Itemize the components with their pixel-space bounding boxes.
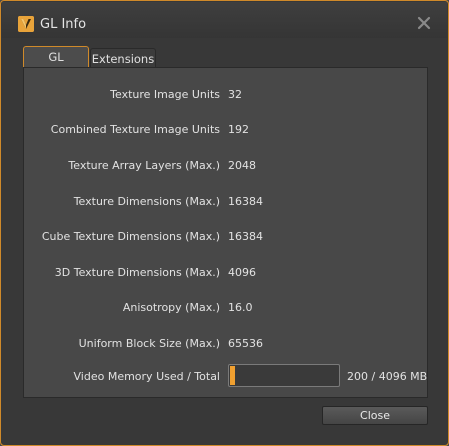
label-3d-texture-dimensions: 3D Texture Dimensions (Max.) — [54, 266, 220, 279]
label-video-memory: Video Memory Used / Total — [73, 370, 220, 383]
value-3d-texture-dimensions: 4096 — [228, 266, 256, 279]
label-anisotropy: Anisotropy (Max.) — [122, 301, 220, 314]
close-icon[interactable] — [417, 15, 431, 30]
close-button[interactable]: Close — [322, 406, 428, 425]
label-combined-texture-image-units: Combined Texture Image Units — [50, 123, 220, 136]
gl-info-dialog: GL Info GL Context Extensions Texture Im… — [0, 0, 449, 446]
video-memory-fill — [230, 366, 235, 385]
tab-extensions[interactable]: Extensions — [90, 48, 156, 68]
value-combined-texture-image-units: 192 — [228, 123, 249, 136]
label-texture-array-layers: Texture Array Layers (Max.) — [68, 159, 220, 172]
value-cube-texture-dimensions: 16384 — [228, 230, 263, 243]
vray-logo-icon — [18, 16, 34, 32]
label-texture-dimensions: Texture Dimensions (Max.) — [73, 195, 220, 208]
value-texture-array-layers: 2048 — [228, 159, 256, 172]
video-memory-text: 200 / 4096 MB — [347, 370, 428, 383]
label-cube-texture-dimensions: Cube Texture Dimensions (Max.) — [41, 230, 220, 243]
value-texture-dimensions: 16384 — [228, 195, 263, 208]
title-bar: GL Info — [2, 2, 447, 38]
tab-gl-context[interactable]: GL Context — [23, 46, 89, 84]
window-title: GL Info — [40, 17, 87, 32]
label-uniform-block-size: Uniform Block Size (Max.) — [78, 337, 220, 350]
label-texture-image-units: Texture Image Units — [110, 88, 220, 101]
video-memory-progress-bar — [228, 364, 340, 387]
value-texture-image-units: 32 — [228, 88, 242, 101]
value-uniform-block-size: 65536 — [228, 337, 263, 350]
value-anisotropy: 16.0 — [228, 301, 253, 314]
